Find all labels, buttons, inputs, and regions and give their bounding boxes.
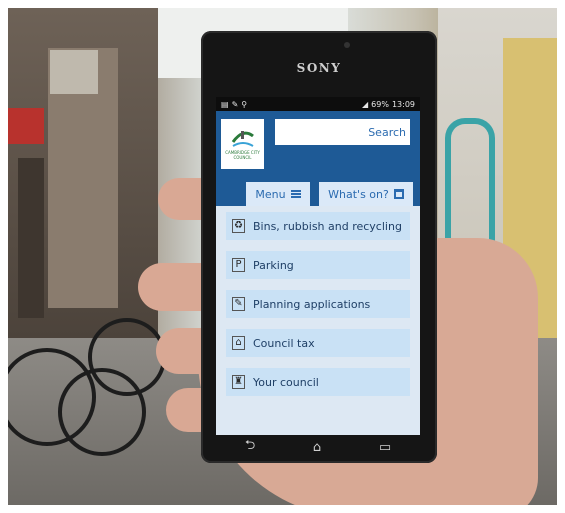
sony-phone: SONY ▤ ✎ ⚲ ◢ 69% 13:09 CAMBRIDGE CITY CO… <box>201 31 437 463</box>
status-bar: ▤ ✎ ⚲ ◢ 69% 13:09 <box>216 97 420 111</box>
planning-icon: ✎ <box>232 297 245 311</box>
menu-item-label: Council tax <box>253 336 315 350</box>
recent-apps-icon[interactable]: ▭ <box>379 440 391 455</box>
front-camera <box>344 42 350 48</box>
phone-screen: ▤ ✎ ⚲ ◢ 69% 13:09 CAMBRIDGE CITY COUNCIL <box>216 97 420 435</box>
battery-label: 69% <box>371 99 389 109</box>
council-logo[interactable]: CAMBRIDGE CITY COUNCIL <box>221 119 264 169</box>
phone-brand: SONY <box>296 61 342 75</box>
parking-icon: P <box>232 258 245 272</box>
logo-text: CAMBRIDGE CITY COUNCIL <box>225 150 260 160</box>
calendar-icon <box>393 189 404 199</box>
notification-icon: ▤ <box>221 99 229 109</box>
android-nav-bar: ⮌ ⌂ ▭ <box>216 435 420 459</box>
menu-item-label: Parking <box>253 258 294 272</box>
menu-tab[interactable]: Menu <box>246 182 310 206</box>
menu-item-label: Planning applications <box>253 297 371 311</box>
menu-item-label: Bins, rubbish and recycling <box>253 219 402 233</box>
wrench-icon: ✎ <box>231 99 239 109</box>
signal-icon: ◢ <box>362 99 369 109</box>
menu-list: ♻ Bins, rubbish and recycling P Parking … <box>216 206 420 435</box>
menu-item-your-council[interactable]: ♜ Your council <box>226 368 410 396</box>
status-time: 13:09 <box>391 99 415 109</box>
search-button[interactable]: Search <box>368 126 406 139</box>
menu-item-council-tax[interactable]: ⌂ Council tax <box>226 329 410 357</box>
back-icon[interactable]: ⮌ <box>245 436 255 458</box>
shop-sign <box>50 50 98 94</box>
menu-label: Menu <box>255 187 286 201</box>
menu-item-bins[interactable]: ♻ Bins, rubbish and recycling <box>226 212 410 240</box>
menu-item-parking[interactable]: P Parking <box>226 251 410 279</box>
house-icon: ⌂ <box>232 336 245 350</box>
bin-icon: ♻ <box>232 219 245 233</box>
menu-item-planning[interactable]: ✎ Planning applications <box>226 290 410 318</box>
site-header: CAMBRIDGE CITY COUNCIL Search Menu What'… <box>216 111 420 206</box>
bicycle-wheel <box>88 318 166 396</box>
logo-icon <box>231 131 254 147</box>
red-awning <box>8 108 44 144</box>
shop-window <box>18 158 44 318</box>
building-icon: ♜ <box>232 375 245 389</box>
whats-on-label: What's on? <box>328 187 389 201</box>
whats-on-tab[interactable]: What's on? <box>319 182 413 206</box>
location-icon: ⚲ <box>241 99 248 109</box>
hamburger-icon <box>290 190 301 198</box>
search-input[interactable]: Search <box>275 119 410 145</box>
home-icon[interactable]: ⌂ <box>313 440 321 455</box>
menu-item-label: Your council <box>253 375 319 389</box>
